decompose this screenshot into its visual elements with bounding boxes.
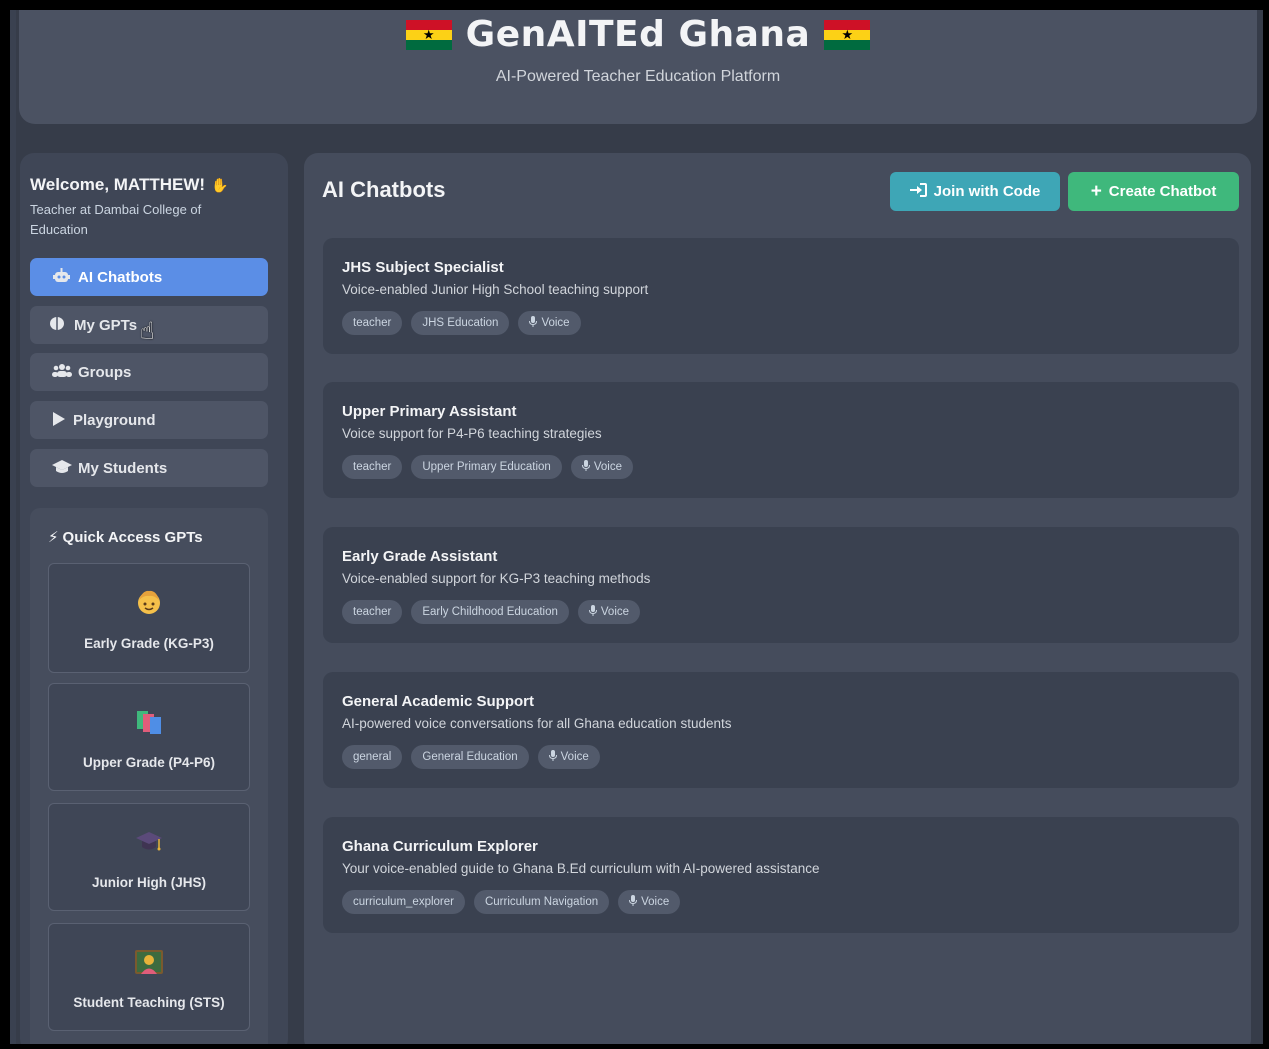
join-button-label: Join with Code <box>933 183 1041 200</box>
quick-access-student-teaching[interactable]: Student Teaching (STS) <box>48 923 250 1031</box>
chatbot-description: Your voice-enabled guide to Ghana B.Ed c… <box>342 861 820 876</box>
page-title: AI Chatbots <box>322 177 446 202</box>
app-background: ★ GenAITEd Ghana ★ AI-Powered Teacher Ed… <box>16 10 1263 1044</box>
user-role: Teacher at Dambai College of Education <box>30 202 202 237</box>
ghana-flag-icon: ★ <box>405 19 452 50</box>
tag-subject: Upper Primary Education <box>411 455 562 479</box>
tag-category: teacher <box>342 600 403 624</box>
app-window: ★ GenAITEd Ghana ★ AI-Powered Teacher Ed… <box>0 0 1269 1049</box>
nav-label: Playground <box>73 411 156 429</box>
quick-access-label: Junior High (JHS) <box>92 875 206 890</box>
app-subtitle: AI-Powered Teacher Education Platform <box>495 68 781 85</box>
chatbot-tags: teacher JHS Education Voice <box>342 311 581 335</box>
nav-my-students[interactable]: My Students <box>30 449 268 487</box>
mouse-cursor-icon: ☝ <box>140 318 155 345</box>
graduation-cap-emoji-icon <box>49 828 249 863</box>
tag-voice-label: Voice <box>641 896 670 908</box>
nav-label: Groups <box>78 363 132 381</box>
tag-subject: Curriculum Navigation <box>473 890 610 914</box>
quick-access-early-grade[interactable]: Early Grade (KG-P3) <box>48 563 250 673</box>
tag-subject: General Education <box>411 745 529 769</box>
child-emoji-icon <box>49 588 249 623</box>
sidebar: Welcome, MATTHEW! ✋ Teacher at Dambai Col… <box>20 153 288 1044</box>
chatbot-tags: teacher Upper Primary Education Voice <box>342 455 633 479</box>
nav-playground[interactable]: Playground <box>30 401 268 439</box>
chatbot-description: Voice-enabled support for KG-P3 teaching… <box>342 571 651 586</box>
chatbot-title: Ghana Curriculum Explorer <box>342 838 538 855</box>
welcome-text: Welcome, MATTHEW! <box>30 175 206 194</box>
users-icon <box>52 363 72 381</box>
nav-groups[interactable]: Groups <box>30 353 268 391</box>
tag-subject: Early Childhood Education <box>411 600 569 624</box>
join-with-code-button[interactable]: Join with Code <box>890 172 1060 211</box>
chatbot-card[interactable]: Ghana Curriculum Explorer Your voice-ena… <box>323 817 1239 933</box>
chatbot-title: JHS Subject Specialist <box>342 259 504 276</box>
chatbot-tags: teacher Early Childhood Education Voice <box>342 600 641 624</box>
chatbot-description: Voice support for P4-P6 teaching strateg… <box>342 426 602 441</box>
page-header: ★ GenAITEd Ghana ★ AI-Powered Teacher Ed… <box>19 10 1257 124</box>
chatbot-card[interactable]: JHS Subject Specialist Voice-enabled Jun… <box>323 238 1239 354</box>
teacher-emoji-icon <box>49 948 249 985</box>
bolt-icon: ⚡ <box>48 529 59 546</box>
app-title: GenAITEd Ghana <box>465 14 811 55</box>
chatbot-card[interactable]: Upper Primary Assistant Voice support fo… <box>323 382 1239 498</box>
sign-in-icon <box>909 182 927 201</box>
microphone-icon <box>529 316 538 330</box>
quick-access-label: Quick Access GPTs <box>62 529 203 546</box>
quick-access-panel: ⚡ Quick Access GPTs Early Grade (KG-P3) U… <box>30 508 268 1044</box>
microphone-icon <box>629 895 638 909</box>
quick-access-label: Upper Grade (P4-P6) <box>82 755 216 770</box>
chatbot-title: General Academic Support <box>342 693 534 710</box>
chatbot-card[interactable]: General Academic Support AI-powered voic… <box>323 672 1239 788</box>
chatbot-description: Voice-enabled Junior High School teachin… <box>342 282 649 297</box>
nav-label: My Students <box>78 459 168 477</box>
microphone-icon <box>548 750 557 764</box>
tag-voice: Voice <box>570 455 633 479</box>
chatbot-card[interactable]: Early Grade Assistant Voice-enabled supp… <box>323 527 1239 643</box>
tag-voice-label: Voice <box>541 317 570 329</box>
tag-voice: Voice <box>577 600 641 624</box>
welcome-message: Welcome, MATTHEW! ✋ <box>30 175 228 195</box>
tag-subject: JHS Education <box>411 311 510 335</box>
tag-voice-label: Voice <box>600 606 630 618</box>
tag-voice: Voice <box>518 311 581 335</box>
tag-category: teacher <box>342 311 403 335</box>
tag-category: teacher <box>342 455 403 479</box>
chatbot-description: AI-powered voice conversations for all G… <box>342 716 732 731</box>
quick-access-label: Student Teaching (STS) <box>73 995 225 1010</box>
graduation-cap-icon <box>52 459 72 477</box>
quick-access-title: ⚡ Quick Access GPTs <box>48 528 203 546</box>
chatbot-tags: curriculum_explorer Curriculum Navigatio… <box>342 890 681 914</box>
wave-hand-icon: ✋ <box>211 177 229 193</box>
tag-voice-label: Voice <box>593 461 622 473</box>
plus-icon: + <box>1090 181 1102 202</box>
chatbot-title: Upper Primary Assistant <box>342 403 517 420</box>
play-icon <box>50 411 68 429</box>
nav-label: AI Chatbots <box>78 268 163 286</box>
quick-access-label: Early Grade (KG-P3) <box>84 636 214 651</box>
quick-access-upper-grade[interactable]: Upper Grade (P4-P6) <box>48 683 250 791</box>
microphone-icon <box>581 460 590 474</box>
quick-access-junior-high[interactable]: Junior High (JHS) <box>48 803 250 911</box>
brain-icon <box>48 316 66 334</box>
microphone-icon <box>588 605 597 619</box>
robot-icon <box>52 268 70 286</box>
main-panel: AI Chatbots Join with Code + Create Chat… <box>304 153 1251 1044</box>
tag-voice: Voice <box>537 745 600 769</box>
tag-category: curriculum_explorer <box>342 890 465 914</box>
chatbot-tags: general General Education Voice <box>342 745 600 769</box>
create-chatbot-button[interactable]: + Create Chatbot <box>1068 172 1239 211</box>
nav-label: My GPTs <box>74 316 138 334</box>
title-row: ★ GenAITEd Ghana ★ <box>19 14 1257 55</box>
create-button-label: Create Chatbot <box>1108 183 1217 200</box>
tag-category: general <box>342 745 403 769</box>
books-emoji-icon <box>49 708 249 743</box>
tag-voice-label: Voice <box>560 751 589 763</box>
ghana-flag-icon: ★ <box>824 19 871 50</box>
nav-ai-chatbots[interactable]: AI Chatbots <box>30 258 268 296</box>
tag-voice: Voice <box>618 890 681 914</box>
chatbot-title: Early Grade Assistant <box>342 548 498 565</box>
